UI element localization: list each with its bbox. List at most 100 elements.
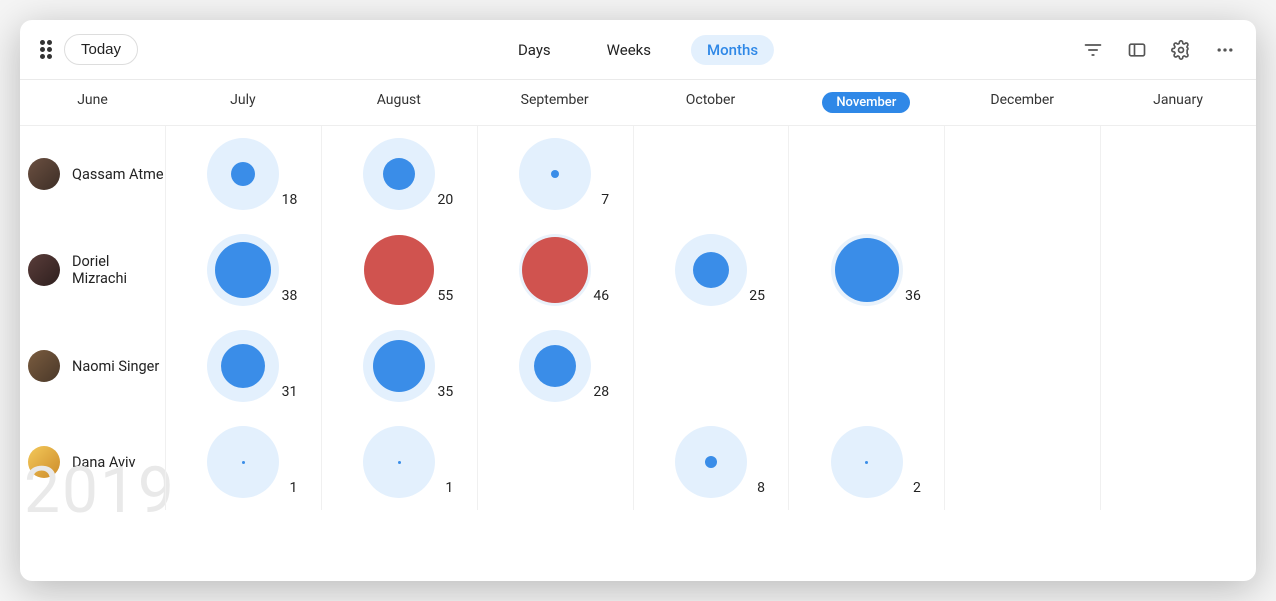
- month-header-june[interactable]: June: [20, 80, 165, 125]
- bubble-core: [835, 238, 899, 302]
- bubble[interactable]: 36: [831, 234, 903, 306]
- bubble-core: [522, 237, 588, 303]
- month-header-december[interactable]: December: [944, 80, 1100, 125]
- data-row: Dana Aviv1182: [20, 414, 1256, 510]
- bubble[interactable]: 2: [831, 426, 903, 498]
- bubble[interactable]: 28: [519, 330, 591, 402]
- data-cell[interactable]: 1: [321, 414, 477, 510]
- data-cell[interactable]: 8: [633, 414, 789, 510]
- row-label[interactable]: Qassam Atme: [20, 126, 165, 222]
- bubble-count: 38: [282, 288, 298, 304]
- bubble[interactable]: 18: [207, 138, 279, 210]
- month-header-august[interactable]: August: [321, 80, 477, 125]
- data-cell[interactable]: [788, 318, 944, 414]
- bubble[interactable]: 38: [207, 234, 279, 306]
- avatar[interactable]: [28, 158, 60, 190]
- data-cell[interactable]: [944, 126, 1100, 222]
- avatar[interactable]: [28, 350, 60, 382]
- filter-icon[interactable]: [1082, 39, 1104, 61]
- today-button[interactable]: Today: [64, 34, 138, 65]
- month-header-september[interactable]: September: [477, 80, 633, 125]
- bubble[interactable]: 20: [363, 138, 435, 210]
- data-cell[interactable]: [633, 318, 789, 414]
- timeline-window: Today Days Weeks Months June July August…: [20, 20, 1256, 581]
- data-cell[interactable]: 28: [477, 318, 633, 414]
- data-cell[interactable]: 18: [165, 126, 321, 222]
- panel-icon[interactable]: [1126, 39, 1148, 61]
- bubble-core: [373, 340, 425, 392]
- bubble[interactable]: 25: [675, 234, 747, 306]
- row-label[interactable]: Doriel Mizrachi: [20, 222, 165, 318]
- bubble[interactable]: 8: [675, 426, 747, 498]
- toolbar-actions: [1082, 39, 1236, 61]
- bubble-count: 31: [282, 384, 298, 400]
- bubble[interactable]: 31: [207, 330, 279, 402]
- bubble-core: [242, 461, 245, 464]
- bubble-count: 8: [757, 480, 765, 496]
- view-tabs: Days Weeks Months: [502, 35, 774, 65]
- data-row: Qassam Atme 18 20 7: [20, 126, 1256, 222]
- data-cell[interactable]: 38: [165, 222, 321, 318]
- data-cell[interactable]: 1: [165, 414, 321, 510]
- data-cell[interactable]: [1100, 126, 1256, 222]
- data-cell[interactable]: [944, 222, 1100, 318]
- bubble-count: 35: [438, 384, 454, 400]
- row-label[interactable]: Naomi Singer: [20, 318, 165, 414]
- grip-icon[interactable]: [40, 40, 52, 59]
- data-cell[interactable]: [944, 414, 1100, 510]
- gear-icon[interactable]: [1170, 39, 1192, 61]
- person-name: Qassam Atme: [72, 166, 164, 183]
- bubble[interactable]: 35: [363, 330, 435, 402]
- data-cell[interactable]: 35: [321, 318, 477, 414]
- bubble[interactable]: 55: [363, 234, 435, 306]
- bubble-core: [705, 456, 717, 468]
- data-cell[interactable]: [944, 318, 1100, 414]
- bubble[interactable]: 46: [519, 234, 591, 306]
- person-name: Doriel Mizrachi: [72, 253, 165, 287]
- bubble-count: 2: [913, 480, 921, 496]
- data-cell[interactable]: 46: [477, 222, 633, 318]
- more-icon[interactable]: [1214, 39, 1236, 61]
- bubble[interactable]: 1: [363, 426, 435, 498]
- data-cell[interactable]: 7: [477, 126, 633, 222]
- tab-months[interactable]: Months: [691, 35, 774, 65]
- month-header-november[interactable]: November: [788, 80, 944, 125]
- toolbar: Today Days Weeks Months: [20, 20, 1256, 80]
- data-grid: 2019 Qassam Atme18207Doriel Mizrachi3855…: [20, 126, 1256, 510]
- month-header-january[interactable]: January: [1100, 80, 1256, 125]
- selected-month-pill[interactable]: November: [822, 92, 910, 113]
- year-watermark: 2019: [24, 453, 176, 528]
- bubble-count: 46: [593, 288, 609, 304]
- bubble-count: 28: [593, 384, 609, 400]
- data-cell[interactable]: 25: [633, 222, 789, 318]
- avatar[interactable]: [28, 254, 60, 286]
- bubble-core: [364, 235, 434, 305]
- data-cell[interactable]: 36: [788, 222, 944, 318]
- data-cell[interactable]: 55: [321, 222, 477, 318]
- data-cell[interactable]: [1100, 318, 1256, 414]
- data-cell[interactable]: [477, 414, 633, 510]
- bubble-count: 1: [290, 480, 298, 496]
- data-cell[interactable]: 20: [321, 126, 477, 222]
- data-cell[interactable]: [788, 126, 944, 222]
- data-cell[interactable]: 2: [788, 414, 944, 510]
- bubble[interactable]: 7: [519, 138, 591, 210]
- data-cell[interactable]: 31: [165, 318, 321, 414]
- month-header-october[interactable]: October: [633, 80, 789, 125]
- bubble-count: 25: [749, 288, 765, 304]
- bubble-count: 55: [438, 288, 454, 304]
- bubble[interactable]: 1: [207, 426, 279, 498]
- tab-weeks[interactable]: Weeks: [591, 35, 667, 65]
- bubble-core: [398, 461, 401, 464]
- data-cell[interactable]: [1100, 222, 1256, 318]
- month-header-july[interactable]: July: [165, 80, 321, 125]
- person-name: Naomi Singer: [72, 358, 159, 375]
- data-row: Doriel Mizrachi 38 55 46 25 36: [20, 222, 1256, 318]
- month-header-row: June July August September October Novem…: [20, 80, 1256, 126]
- data-cell[interactable]: [633, 126, 789, 222]
- data-cell[interactable]: [1100, 414, 1256, 510]
- bubble-count: 20: [438, 192, 454, 208]
- tab-days[interactable]: Days: [502, 35, 567, 65]
- bubble-count: 1: [445, 480, 453, 496]
- bubble-core: [534, 345, 576, 387]
